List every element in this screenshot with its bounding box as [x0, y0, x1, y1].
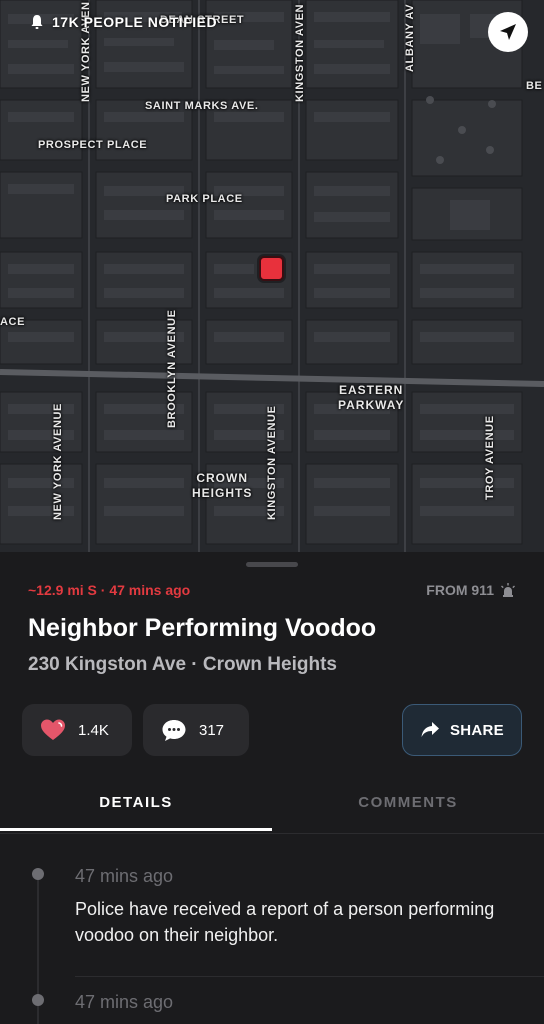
incident-marker[interactable] — [259, 256, 284, 281]
incident-map[interactable]: DEAN STREET NEW YORK AVEN KINGSTON AVEN … — [0, 0, 544, 560]
comment-bubble-icon — [162, 720, 186, 741]
tab-details[interactable]: DETAILS — [0, 794, 272, 811]
street-label-troy: TROY AVENUE — [484, 415, 496, 500]
update-time: 47 mins ago — [75, 866, 174, 886]
street-label-right-edge: BE — [526, 80, 543, 92]
update-text: Police have received a report of a perso… — [75, 899, 495, 945]
comment-count: 317 — [199, 721, 225, 739]
source-label: FROM 911 — [426, 582, 494, 598]
like-button[interactable]: 1.4K — [22, 704, 132, 756]
comment-button[interactable]: 317 — [143, 704, 249, 756]
detail-tabs: DETAILS COMMENTS — [0, 788, 544, 834]
crown-heights-line-2: HEIGHTS — [192, 486, 253, 500]
tab-comments[interactable]: COMMENTS — [272, 794, 544, 811]
active-tab-indicator — [0, 828, 272, 831]
street-label-kingston-top: KINGSTON AVEN — [294, 3, 306, 102]
street-label-place-left: ACE — [0, 316, 26, 328]
update-time: 47 mins ago — [75, 992, 174, 1012]
bell-icon — [31, 15, 43, 29]
siren-icon — [501, 583, 515, 597]
street-label-saint-marks: SAINT MARKS AVE. — [145, 100, 259, 112]
share-button[interactable]: SHARE — [402, 704, 522, 756]
street-label-albany: ALBANY AV — [404, 3, 416, 72]
notified-text: 17K PEOPLE NOTIFIED — [52, 14, 218, 30]
update-divider — [75, 976, 544, 977]
notified-count: 17K PEOPLE NOTIFIED — [30, 14, 217, 30]
incident-source: FROM 911 — [426, 582, 516, 598]
share-arrow-icon — [421, 722, 439, 737]
incident-distance-time: ~12.9 mi S · 47 mins ago — [28, 582, 191, 598]
heart-icon — [41, 719, 65, 740]
street-label-kingston: KINGSTON AVENUE — [266, 405, 278, 520]
update-timeline: 47 mins ago Police have received a repor… — [0, 848, 544, 1024]
street-label-park: PARK PLACE — [166, 193, 243, 205]
location-arrow-icon — [500, 24, 516, 40]
timeline-dot — [32, 994, 44, 1006]
share-label: SHARE — [449, 721, 504, 739]
incident-title: Neighbor Performing Voodoo — [28, 614, 377, 642]
like-count: 1.4K — [78, 721, 109, 739]
street-label-eastern-parkway: EASTERN PARKWAY — [338, 383, 404, 413]
incident-meta: ~12.9 mi S · 47 mins ago FROM 911 — [28, 582, 516, 598]
incident-detail-sheet: ~12.9 mi S · 47 mins ago FROM 911 Neighb… — [0, 552, 544, 1024]
incident-address: 230 Kingston Ave · Crown Heights — [28, 654, 337, 675]
incident-actions: 1.4K 317 SHARE — [22, 704, 522, 758]
street-label-prospect: PROSPECT PLACE — [38, 139, 148, 151]
crown-heights-line-1: CROWN — [196, 471, 248, 485]
timeline-dot — [32, 868, 44, 880]
locate-me-button[interactable] — [488, 12, 528, 52]
eastern-parkway-line-2: PARKWAY — [338, 398, 405, 412]
eastern-parkway-line-1: EASTERN — [339, 383, 404, 397]
street-label-brooklyn: BROOKLYN AVENUE — [166, 309, 178, 428]
neighborhood-label-crown-heights: CROWN HEIGHTS — [192, 471, 252, 501]
sheet-drag-handle[interactable] — [246, 562, 298, 567]
street-label-new-york: NEW YORK AVENUE — [52, 403, 64, 520]
